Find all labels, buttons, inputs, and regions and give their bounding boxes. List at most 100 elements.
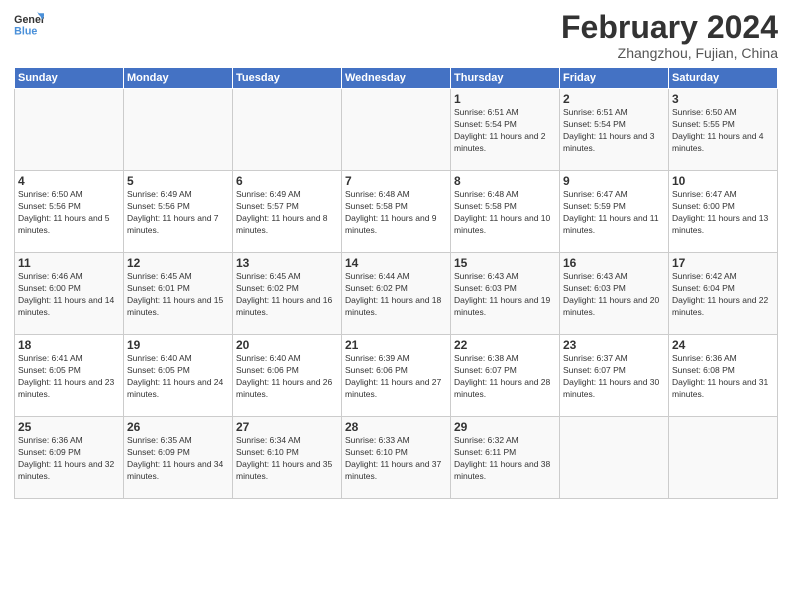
title-block: February 2024 Zhangzhou, Fujian, China: [561, 10, 778, 61]
calendar-cell: [124, 89, 233, 171]
day-number: 26: [127, 420, 229, 434]
calendar-cell: [560, 417, 669, 499]
day-number: 24: [672, 338, 774, 352]
day-info: Sunrise: 6:41 AMSunset: 6:05 PMDaylight:…: [18, 353, 120, 401]
calendar-cell: 24Sunrise: 6:36 AMSunset: 6:08 PMDayligh…: [669, 335, 778, 417]
calendar-cell: 22Sunrise: 6:38 AMSunset: 6:07 PMDayligh…: [451, 335, 560, 417]
day-info: Sunrise: 6:36 AMSunset: 6:09 PMDaylight:…: [18, 435, 120, 483]
col-monday: Monday: [124, 68, 233, 89]
calendar-header-row: Sunday Monday Tuesday Wednesday Thursday…: [15, 68, 778, 89]
calendar-cell: 28Sunrise: 6:33 AMSunset: 6:10 PMDayligh…: [342, 417, 451, 499]
day-number: 1: [454, 92, 556, 106]
calendar-cell: 9Sunrise: 6:47 AMSunset: 5:59 PMDaylight…: [560, 171, 669, 253]
day-info: Sunrise: 6:49 AMSunset: 5:57 PMDaylight:…: [236, 189, 338, 237]
day-info: Sunrise: 6:47 AMSunset: 6:00 PMDaylight:…: [672, 189, 774, 237]
calendar-cell: [15, 89, 124, 171]
day-number: 25: [18, 420, 120, 434]
day-number: 6: [236, 174, 338, 188]
day-info: Sunrise: 6:43 AMSunset: 6:03 PMDaylight:…: [454, 271, 556, 319]
day-info: Sunrise: 6:49 AMSunset: 5:56 PMDaylight:…: [127, 189, 229, 237]
calendar-cell: 29Sunrise: 6:32 AMSunset: 6:11 PMDayligh…: [451, 417, 560, 499]
day-number: 23: [563, 338, 665, 352]
calendar-cell: [342, 89, 451, 171]
page-title: February 2024: [561, 10, 778, 45]
calendar-cell: 12Sunrise: 6:45 AMSunset: 6:01 PMDayligh…: [124, 253, 233, 335]
day-number: 11: [18, 256, 120, 270]
day-number: 15: [454, 256, 556, 270]
page-header: General Blue February 2024 Zhangzhou, Fu…: [14, 10, 778, 61]
day-number: 18: [18, 338, 120, 352]
calendar-cell: 8Sunrise: 6:48 AMSunset: 5:58 PMDaylight…: [451, 171, 560, 253]
day-info: Sunrise: 6:32 AMSunset: 6:11 PMDaylight:…: [454, 435, 556, 483]
col-friday: Friday: [560, 68, 669, 89]
calendar-cell: 19Sunrise: 6:40 AMSunset: 6:05 PMDayligh…: [124, 335, 233, 417]
col-thursday: Thursday: [451, 68, 560, 89]
day-number: 8: [454, 174, 556, 188]
day-info: Sunrise: 6:46 AMSunset: 6:00 PMDaylight:…: [18, 271, 120, 319]
day-number: 20: [236, 338, 338, 352]
calendar-cell: 18Sunrise: 6:41 AMSunset: 6:05 PMDayligh…: [15, 335, 124, 417]
svg-text:General: General: [14, 14, 44, 26]
calendar-cell: 23Sunrise: 6:37 AMSunset: 6:07 PMDayligh…: [560, 335, 669, 417]
day-info: Sunrise: 6:47 AMSunset: 5:59 PMDaylight:…: [563, 189, 665, 237]
day-info: Sunrise: 6:45 AMSunset: 6:02 PMDaylight:…: [236, 271, 338, 319]
col-sunday: Sunday: [15, 68, 124, 89]
calendar-cell: 26Sunrise: 6:35 AMSunset: 6:09 PMDayligh…: [124, 417, 233, 499]
calendar-week-row: 4Sunrise: 6:50 AMSunset: 5:56 PMDaylight…: [15, 171, 778, 253]
col-tuesday: Tuesday: [233, 68, 342, 89]
calendar-cell: 2Sunrise: 6:51 AMSunset: 5:54 PMDaylight…: [560, 89, 669, 171]
calendar-cell: 17Sunrise: 6:42 AMSunset: 6:04 PMDayligh…: [669, 253, 778, 335]
day-info: Sunrise: 6:37 AMSunset: 6:07 PMDaylight:…: [563, 353, 665, 401]
day-number: 4: [18, 174, 120, 188]
calendar-cell: 16Sunrise: 6:43 AMSunset: 6:03 PMDayligh…: [560, 253, 669, 335]
day-info: Sunrise: 6:50 AMSunset: 5:55 PMDaylight:…: [672, 107, 774, 155]
calendar-week-row: 25Sunrise: 6:36 AMSunset: 6:09 PMDayligh…: [15, 417, 778, 499]
col-wednesday: Wednesday: [342, 68, 451, 89]
day-info: Sunrise: 6:51 AMSunset: 5:54 PMDaylight:…: [563, 107, 665, 155]
day-info: Sunrise: 6:38 AMSunset: 6:07 PMDaylight:…: [454, 353, 556, 401]
logo-icon: General Blue: [14, 10, 44, 38]
calendar-cell: 4Sunrise: 6:50 AMSunset: 5:56 PMDaylight…: [15, 171, 124, 253]
day-number: 28: [345, 420, 447, 434]
day-info: Sunrise: 6:43 AMSunset: 6:03 PMDaylight:…: [563, 271, 665, 319]
calendar-cell: 10Sunrise: 6:47 AMSunset: 6:00 PMDayligh…: [669, 171, 778, 253]
calendar-cell: 11Sunrise: 6:46 AMSunset: 6:00 PMDayligh…: [15, 253, 124, 335]
calendar-cell: 25Sunrise: 6:36 AMSunset: 6:09 PMDayligh…: [15, 417, 124, 499]
calendar-cell: 5Sunrise: 6:49 AMSunset: 5:56 PMDaylight…: [124, 171, 233, 253]
calendar-cell: 21Sunrise: 6:39 AMSunset: 6:06 PMDayligh…: [342, 335, 451, 417]
day-number: 13: [236, 256, 338, 270]
day-number: 14: [345, 256, 447, 270]
day-info: Sunrise: 6:48 AMSunset: 5:58 PMDaylight:…: [454, 189, 556, 237]
calendar-week-row: 11Sunrise: 6:46 AMSunset: 6:00 PMDayligh…: [15, 253, 778, 335]
day-info: Sunrise: 6:40 AMSunset: 6:06 PMDaylight:…: [236, 353, 338, 401]
day-info: Sunrise: 6:48 AMSunset: 5:58 PMDaylight:…: [345, 189, 447, 237]
calendar-cell: 1Sunrise: 6:51 AMSunset: 5:54 PMDaylight…: [451, 89, 560, 171]
day-number: 5: [127, 174, 229, 188]
calendar-cell: 6Sunrise: 6:49 AMSunset: 5:57 PMDaylight…: [233, 171, 342, 253]
day-number: 12: [127, 256, 229, 270]
day-number: 16: [563, 256, 665, 270]
calendar-cell: [233, 89, 342, 171]
day-number: 29: [454, 420, 556, 434]
day-info: Sunrise: 6:33 AMSunset: 6:10 PMDaylight:…: [345, 435, 447, 483]
day-info: Sunrise: 6:50 AMSunset: 5:56 PMDaylight:…: [18, 189, 120, 237]
day-info: Sunrise: 6:51 AMSunset: 5:54 PMDaylight:…: [454, 107, 556, 155]
col-saturday: Saturday: [669, 68, 778, 89]
calendar-week-row: 18Sunrise: 6:41 AMSunset: 6:05 PMDayligh…: [15, 335, 778, 417]
calendar-cell: 3Sunrise: 6:50 AMSunset: 5:55 PMDaylight…: [669, 89, 778, 171]
day-number: 27: [236, 420, 338, 434]
day-number: 7: [345, 174, 447, 188]
calendar-cell: 27Sunrise: 6:34 AMSunset: 6:10 PMDayligh…: [233, 417, 342, 499]
day-number: 3: [672, 92, 774, 106]
day-info: Sunrise: 6:42 AMSunset: 6:04 PMDaylight:…: [672, 271, 774, 319]
calendar-cell: 15Sunrise: 6:43 AMSunset: 6:03 PMDayligh…: [451, 253, 560, 335]
day-number: 2: [563, 92, 665, 106]
day-info: Sunrise: 6:45 AMSunset: 6:01 PMDaylight:…: [127, 271, 229, 319]
day-info: Sunrise: 6:35 AMSunset: 6:09 PMDaylight:…: [127, 435, 229, 483]
calendar-cell: 7Sunrise: 6:48 AMSunset: 5:58 PMDaylight…: [342, 171, 451, 253]
day-number: 21: [345, 338, 447, 352]
calendar-cell: 20Sunrise: 6:40 AMSunset: 6:06 PMDayligh…: [233, 335, 342, 417]
day-info: Sunrise: 6:44 AMSunset: 6:02 PMDaylight:…: [345, 271, 447, 319]
day-number: 9: [563, 174, 665, 188]
svg-text:Blue: Blue: [14, 26, 37, 38]
